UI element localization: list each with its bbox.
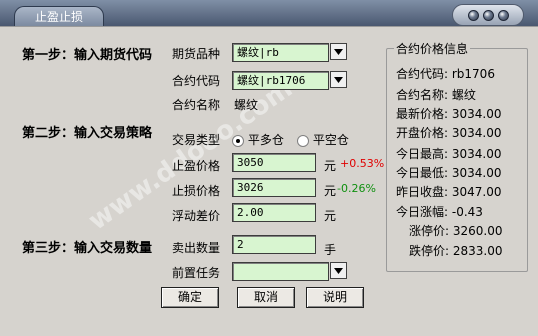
radio-close-short-label: 平空仓 <box>312 133 349 147</box>
variety-field[interactable]: 螺纹|rb <box>232 43 329 62</box>
sell-qty-unit: 手 <box>324 243 337 257</box>
code-field[interactable]: 螺纹|rb1706 <box>232 71 329 90</box>
name-value: 螺纹 <box>234 98 259 112</box>
minimize-icon[interactable] <box>467 9 479 21</box>
take-profit-label: 止盈价格 <box>172 159 221 173</box>
code-dropdown-button[interactable] <box>330 71 347 88</box>
help-button[interactable]: 说明 <box>306 287 364 308</box>
stop-loss-percent: -0.26% <box>337 182 376 195</box>
stop-loss-unit: 元 <box>324 184 337 198</box>
radio-close-long-button[interactable] <box>232 134 244 147</box>
stop-loss-label: 止损价格 <box>172 184 221 198</box>
trade-type-label: 交易类型 <box>172 133 221 147</box>
info-row: 合约代码: rb1706 <box>396 67 495 81</box>
ok-button[interactable]: 确定 <box>161 287 219 308</box>
info-row: 跌停价: 2833.00 <box>409 244 503 258</box>
info-row: 最新价格: 3034.00 <box>396 107 502 121</box>
take-profit-percent: +0.53% <box>340 157 385 170</box>
float-unit: 元 <box>324 209 337 223</box>
step2-heading: 第二步：输入交易策略 <box>22 126 153 141</box>
step3-heading: 第三步：输入交易数量 <box>22 241 153 256</box>
info-row: 今日最低: 3034.00 <box>396 166 502 180</box>
info-row: 开盘价格: 3034.00 <box>396 126 502 140</box>
code-combo[interactable]: 螺纹|rb1706 <box>232 71 347 90</box>
sell-qty-label: 卖出数量 <box>172 241 221 255</box>
pre-task-dropdown-button[interactable] <box>330 262 347 279</box>
radio-close-short-button[interactable] <box>297 134 309 147</box>
maximize-icon[interactable] <box>482 9 494 21</box>
code-label: 合约代码 <box>172 74 221 88</box>
chevron-down-icon <box>334 76 343 83</box>
sell-qty-input[interactable]: 2 <box>232 235 316 254</box>
name-label: 合约名称 <box>172 98 221 112</box>
close-icon[interactable] <box>497 9 509 21</box>
radio-close-long[interactable]: 平多仓 <box>232 131 284 148</box>
radio-close-long-label: 平多仓 <box>247 133 284 147</box>
variety-dropdown-button[interactable] <box>330 43 347 60</box>
info-row: 合约名称: 螺纹 <box>396 88 476 102</box>
chevron-down-icon <box>334 267 343 274</box>
pre-task-field[interactable] <box>232 262 329 281</box>
contract-info-title: 合约价格信息 <box>394 40 471 57</box>
info-row: 今日涨幅: -0.43 <box>396 205 483 219</box>
float-input[interactable]: 2.00 <box>232 203 316 222</box>
pre-task-label: 前置任务 <box>172 266 221 280</box>
window-controls <box>452 4 524 26</box>
cancel-button[interactable]: 取消 <box>237 287 295 308</box>
take-profit-unit: 元 <box>324 159 337 173</box>
chevron-down-icon <box>334 48 343 55</box>
take-profit-input[interactable]: 3050 <box>232 153 316 172</box>
info-row: 今日最高: 3034.00 <box>396 147 502 161</box>
variety-combo[interactable]: 螺纹|rb <box>232 43 347 62</box>
stop-loss-input[interactable]: 3026 <box>232 178 316 197</box>
window-title: 止盈止损 <box>14 6 104 27</box>
info-row: 昨日收盘: 3047.00 <box>396 185 502 199</box>
float-label: 浮动差价 <box>172 209 221 223</box>
pre-task-combo[interactable] <box>232 262 347 281</box>
variety-label: 期货品种 <box>172 47 221 61</box>
info-row: 涨停价: 3260.00 <box>409 224 503 238</box>
radio-close-short[interactable]: 平空仓 <box>297 131 349 148</box>
step1-heading: 第一步：输入期货代码 <box>22 48 153 63</box>
